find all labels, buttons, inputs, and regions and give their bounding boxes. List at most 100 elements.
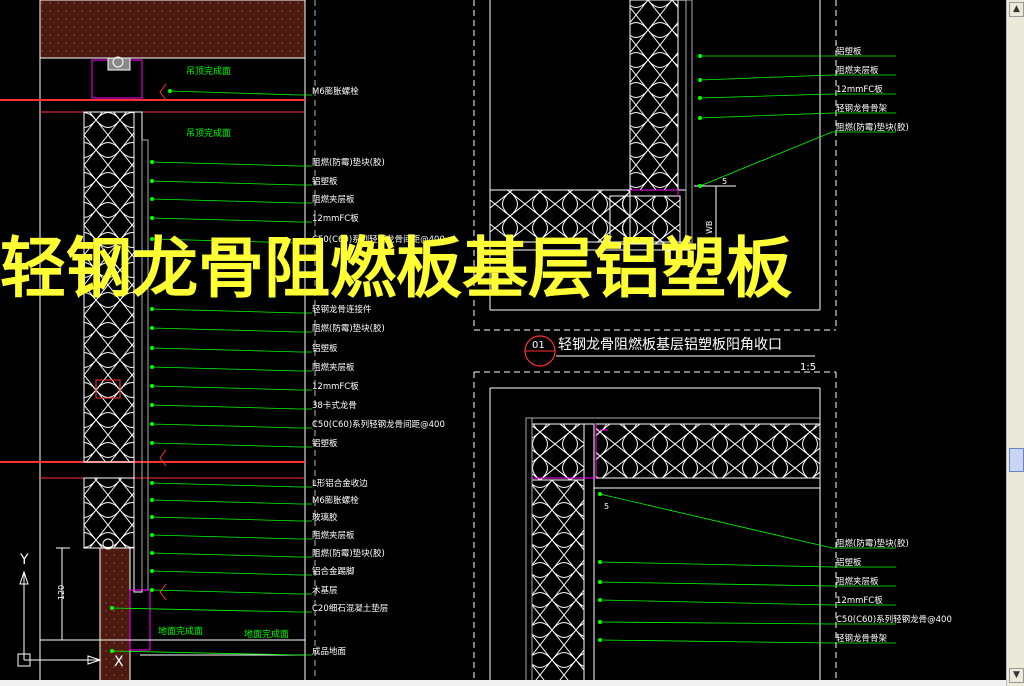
callout-label: 阻燃(防霉)垫块(胶) — [312, 157, 385, 168]
detail-title: 轻钢龙骨阻燃板基层铝塑板阳角收口 — [558, 336, 782, 353]
leader-line — [151, 442, 312, 448]
vertical-scrollbar[interactable]: ▲ ▼ — [1006, 0, 1024, 686]
leader-line — [151, 570, 312, 576]
leader-arrow — [150, 179, 154, 183]
leader-line — [151, 180, 312, 186]
left-leaders: M6膨胀螺栓阻燃(防霉)垫块(胶)铝塑板阻燃夹层板12mmFC板C50(C60)… — [110, 86, 445, 657]
leader-arrow — [598, 638, 602, 642]
leader-arrow — [598, 560, 602, 564]
status-strip — [0, 680, 1006, 686]
callout-label: 铝塑板 — [312, 176, 338, 187]
scroll-thumb[interactable] — [1009, 448, 1024, 472]
leader-arrow — [150, 160, 154, 164]
leader-arrow — [698, 54, 702, 58]
callout-label: 阻燃(防霉)垫块(胶) — [836, 122, 909, 133]
leader-line — [151, 552, 312, 558]
leader-arrow — [150, 498, 154, 502]
callout-label: C20细石混凝土垫层 — [312, 603, 388, 614]
cad-drawing[interactable]: M6膨胀螺栓阻燃(防霉)垫块(胶)铝塑板阻燃夹层板12mmFC板C50(C60)… — [0, 0, 1006, 686]
leader-line — [151, 347, 312, 353]
leader-line — [151, 482, 312, 488]
leader-line — [151, 404, 312, 410]
ucs-y-label: Y — [19, 552, 29, 568]
callout-label: 12mmFC板 — [312, 213, 359, 224]
callout-label: C50(C60)系列轻钢龙骨间距@400 — [312, 419, 445, 430]
leader-line — [151, 499, 312, 505]
dim-label-a: 120 — [57, 585, 66, 600]
callout-label: 铝塑板 — [312, 438, 338, 449]
overlay-title: 轻钢龙骨阻燃板基层铝塑板 — [0, 229, 792, 307]
leader-line — [699, 131, 896, 187]
leader-line — [151, 385, 312, 391]
leader-line — [151, 217, 312, 223]
detail-title-block: 01 轻钢龙骨阻燃板基层铝塑板阳角收口 1:5 — [524, 335, 816, 373]
leader-line — [151, 366, 312, 372]
right-top-leaders: 铝塑板阻燃夹层板 12mmFC板轻钢龙骨骨架阻燃(防霉)垫块(胶) — [698, 46, 909, 188]
callout-label: 铝塑板 — [312, 343, 338, 354]
leader-arrow — [168, 89, 172, 93]
leader-arrow — [598, 598, 602, 602]
floor-label-b: 地面完成面 — [244, 628, 289, 640]
leader-line — [151, 423, 312, 429]
leader-arrow — [698, 78, 702, 82]
callout-label: 铝塑板 — [836, 46, 862, 57]
leader-line — [111, 607, 312, 613]
leader-arrow — [150, 569, 154, 573]
leader-arrow — [150, 441, 154, 445]
leader-arrow — [150, 422, 154, 426]
callout-label: 阻燃(防霉)垫块(胶) — [836, 538, 909, 549]
leader-arrow — [150, 533, 154, 537]
ceiling-label-b: 吊顶完成面 — [186, 127, 231, 139]
callout-label: 12mmFC板 — [836, 84, 883, 95]
ceiling-label-a: 吊顶完成面 — [186, 65, 231, 77]
leader-arrow — [150, 326, 154, 330]
callout-label: M6膨胀螺栓 — [312, 495, 359, 506]
detail-number: 01 — [532, 340, 545, 351]
leader-arrow — [150, 384, 154, 388]
leader-line — [151, 198, 312, 204]
leader-arrow — [598, 620, 602, 624]
callout-label: 木基层 — [312, 585, 338, 596]
leader-arrow — [698, 184, 702, 188]
callout-label: 阻燃(防霉)垫块(胶) — [312, 548, 385, 559]
callout-label: 阻燃夹层板 — [312, 530, 355, 541]
callout-label: 成品地面 — [312, 646, 347, 657]
detail-scale: 1:5 — [800, 362, 816, 373]
floor-label-a: 地面完成面 — [158, 625, 203, 637]
dim-label-c: 5 — [722, 177, 727, 186]
callout-label: 阻燃(防霉)垫块(胶) — [312, 323, 385, 334]
left-section — [0, 0, 316, 686]
dim-label-d: 5 — [604, 502, 609, 511]
leader-arrow — [150, 551, 154, 555]
leader-line — [151, 327, 312, 333]
leader-arrow — [150, 403, 154, 407]
leader-arrow — [150, 588, 154, 592]
leader-arrow — [110, 649, 114, 653]
callout-label: 铝塑板 — [836, 557, 862, 568]
leader-arrow — [150, 481, 154, 485]
leader-arrow — [598, 580, 602, 584]
leader-line — [151, 534, 312, 540]
callout-label: 阻燃夹层板 — [836, 576, 879, 587]
leader-arrow — [150, 197, 154, 201]
callout-label: 38卡式龙骨 — [312, 400, 357, 411]
callout-label: 阻燃夹层板 — [836, 65, 879, 76]
scroll-down-arrow-icon[interactable]: ▼ — [1009, 668, 1024, 683]
leader-arrow — [598, 492, 602, 496]
scroll-up-arrow-icon[interactable]: ▲ — [1009, 2, 1024, 17]
leader-line — [151, 308, 312, 314]
callout-label: 铝合金踢脚 — [312, 566, 355, 577]
leader-arrow — [110, 606, 114, 610]
callout-label: L形铝合金收边 — [312, 478, 368, 489]
leader-line — [111, 650, 312, 656]
callout-label: 玻璃胶 — [312, 512, 338, 523]
leader-arrow — [150, 346, 154, 350]
callout-label: 阻燃夹层板 — [312, 362, 355, 373]
cad-viewport[interactable]: { "overlay_title": "轻钢龙骨阻燃板基层铝塑板", "deta… — [0, 0, 1024, 686]
leader-arrow — [150, 365, 154, 369]
callout-label: 12mmFC板 — [836, 595, 883, 606]
right-bottom-section — [473, 371, 837, 686]
leader-arrow — [150, 216, 154, 220]
leader-line — [151, 161, 312, 167]
callout-label: C50(C60)系列轻钢龙骨@400 — [836, 614, 952, 625]
